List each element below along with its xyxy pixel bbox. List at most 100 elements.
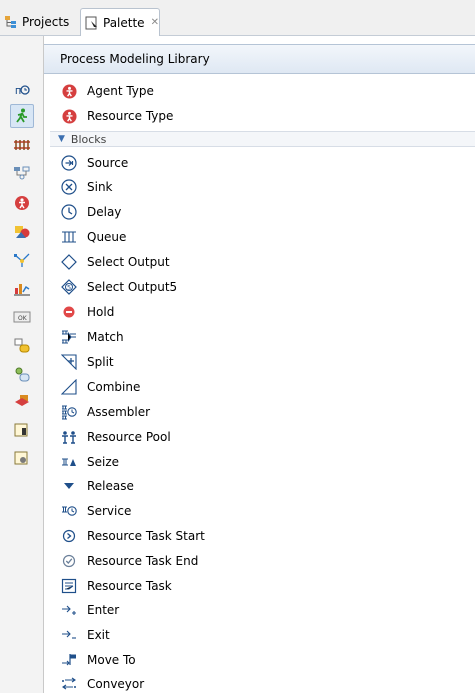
assembler-icon [60, 403, 78, 421]
select-output-icon [60, 253, 78, 271]
agent-type-icon [60, 82, 78, 100]
palette-item-resource-pool[interactable]: Resource Pool [60, 426, 171, 448]
source-icon [60, 154, 78, 172]
conveyor-icon [60, 675, 78, 693]
section-blocks[interactable]: ▼ Blocks [50, 131, 475, 147]
service-icon [60, 502, 78, 520]
release-icon [60, 477, 78, 495]
presentation-icon[interactable] [10, 220, 34, 244]
palette-item-service[interactable]: Service [60, 500, 131, 522]
palette-item-delay[interactable]: Delay [60, 201, 121, 223]
svg-text:ᴨ: ᴨ [15, 84, 21, 97]
match-icon [60, 328, 78, 346]
palette-item-combine[interactable]: Combine [60, 376, 140, 398]
palette-item-resource-task[interactable]: Resource Task [60, 575, 172, 597]
delay-icon [60, 203, 78, 221]
space-markup-icon[interactable] [10, 248, 34, 272]
palette-header: Process Modeling Library [44, 44, 475, 74]
projects-icon [4, 15, 18, 29]
agent-icon[interactable] [10, 191, 34, 215]
collapse-triangle-icon[interactable]: ▼ [58, 134, 65, 144]
palette-item-assembler[interactable]: Assembler [60, 401, 150, 423]
resource-pool-icon [60, 428, 78, 446]
seize-icon [60, 453, 78, 471]
item-label: Queue [87, 230, 127, 244]
item-label: Delay [87, 205, 122, 219]
palette-item-hold[interactable]: Hold [60, 301, 114, 323]
resource-task-start-icon [60, 527, 78, 545]
item-label: Conveyor [87, 677, 145, 691]
item-label: Select Output [87, 255, 170, 269]
palette-item-agent-type[interactable]: Agent Type [60, 80, 154, 102]
palette-item-seize[interactable]: Seize [60, 451, 119, 473]
palette-icon [85, 16, 99, 30]
palette-item-source[interactable]: Source [60, 152, 128, 174]
palette-sections-toolbar: ᴨ OK [0, 36, 44, 693]
palette-item-resource-task-start[interactable]: Resource Task Start [60, 525, 205, 547]
palette-item-queue[interactable]: Queue [60, 226, 126, 248]
combine-icon [60, 378, 78, 396]
item-label: Move To [87, 653, 136, 667]
exit-icon [60, 626, 78, 644]
item-label: Assembler [87, 405, 151, 419]
svg-text:5: 5 [67, 284, 71, 292]
item-label: Resource Type [87, 109, 174, 123]
palette-item-exit[interactable]: Exit [60, 624, 110, 646]
item-label: Resource Task [87, 579, 172, 593]
section-blocks-label: Blocks [70, 132, 107, 146]
hold-icon [60, 303, 78, 321]
resource-task-icon [60, 577, 78, 595]
resource-task-end-icon [60, 552, 78, 570]
connectivity-icon[interactable] [10, 333, 34, 357]
queue-icon [60, 228, 78, 246]
item-label: Resource Task End [87, 554, 199, 568]
rail-icon[interactable] [10, 133, 34, 157]
svg-text:OK: OK [18, 315, 28, 322]
close-icon[interactable]: ✕ [151, 17, 159, 28]
palette-item-select-output[interactable]: Select Output [60, 251, 170, 273]
item-label: Seize [87, 455, 120, 469]
agent-picture-icon[interactable] [10, 362, 34, 386]
sink-icon [60, 178, 78, 196]
process-modeling-library-icon[interactable]: ᴨ [10, 78, 34, 102]
palette-item-conveyor[interactable]: Conveyor [60, 673, 144, 693]
move-to-icon [60, 651, 78, 669]
controls-icon[interactable]: OK [10, 305, 34, 329]
analysis-icon[interactable] [10, 276, 34, 300]
palette-item-select-output5[interactable]: 5 Select Output5 [60, 276, 177, 298]
item-label: Hold [87, 305, 115, 319]
tab-projects[interactable]: Projects [0, 8, 80, 36]
split-icon [60, 353, 78, 371]
palette-item-split[interactable]: Split [60, 351, 114, 373]
select-output5-icon: 5 [60, 278, 78, 296]
pedestrian-icon[interactable] [10, 104, 34, 128]
item-label: Sink [87, 180, 113, 194]
palette-item-release[interactable]: Release [60, 475, 134, 497]
item-label: Split [87, 355, 114, 369]
item-label: Select Output5 [87, 280, 178, 294]
item-label: Agent Type [87, 84, 154, 98]
pictures-icon[interactable] [10, 390, 34, 414]
palette-item-move-to[interactable]: Move To [60, 649, 136, 671]
palette-item-resource-task-end[interactable]: Resource Task End [60, 550, 198, 572]
tab-palette-label: Palette [103, 15, 145, 30]
tab-palette[interactable]: Palette ✕ [80, 8, 160, 36]
item-label: Service [87, 504, 132, 518]
palette-title: Process Modeling Library [60, 52, 210, 66]
palette-item-enter[interactable]: Enter [60, 599, 119, 621]
resource-type-icon [60, 107, 78, 125]
view-tab-bar: Projects Palette ✕ [0, 0, 475, 36]
palette-item-match[interactable]: Match [60, 326, 124, 348]
item-label: Match [87, 330, 124, 344]
actionchart-icon[interactable] [10, 446, 34, 470]
item-label: Combine [87, 380, 141, 394]
fluid-icon[interactable] [10, 161, 34, 185]
system-dynamics-icon[interactable] [10, 418, 34, 442]
item-label: Source [87, 156, 129, 170]
item-label: Resource Pool [87, 430, 171, 444]
enter-icon [60, 601, 78, 619]
palette-item-sink[interactable]: Sink [60, 176, 113, 198]
item-label: Enter [87, 603, 120, 617]
palette-item-resource-type[interactable]: Resource Type [60, 105, 173, 127]
item-label: Release [87, 479, 134, 493]
